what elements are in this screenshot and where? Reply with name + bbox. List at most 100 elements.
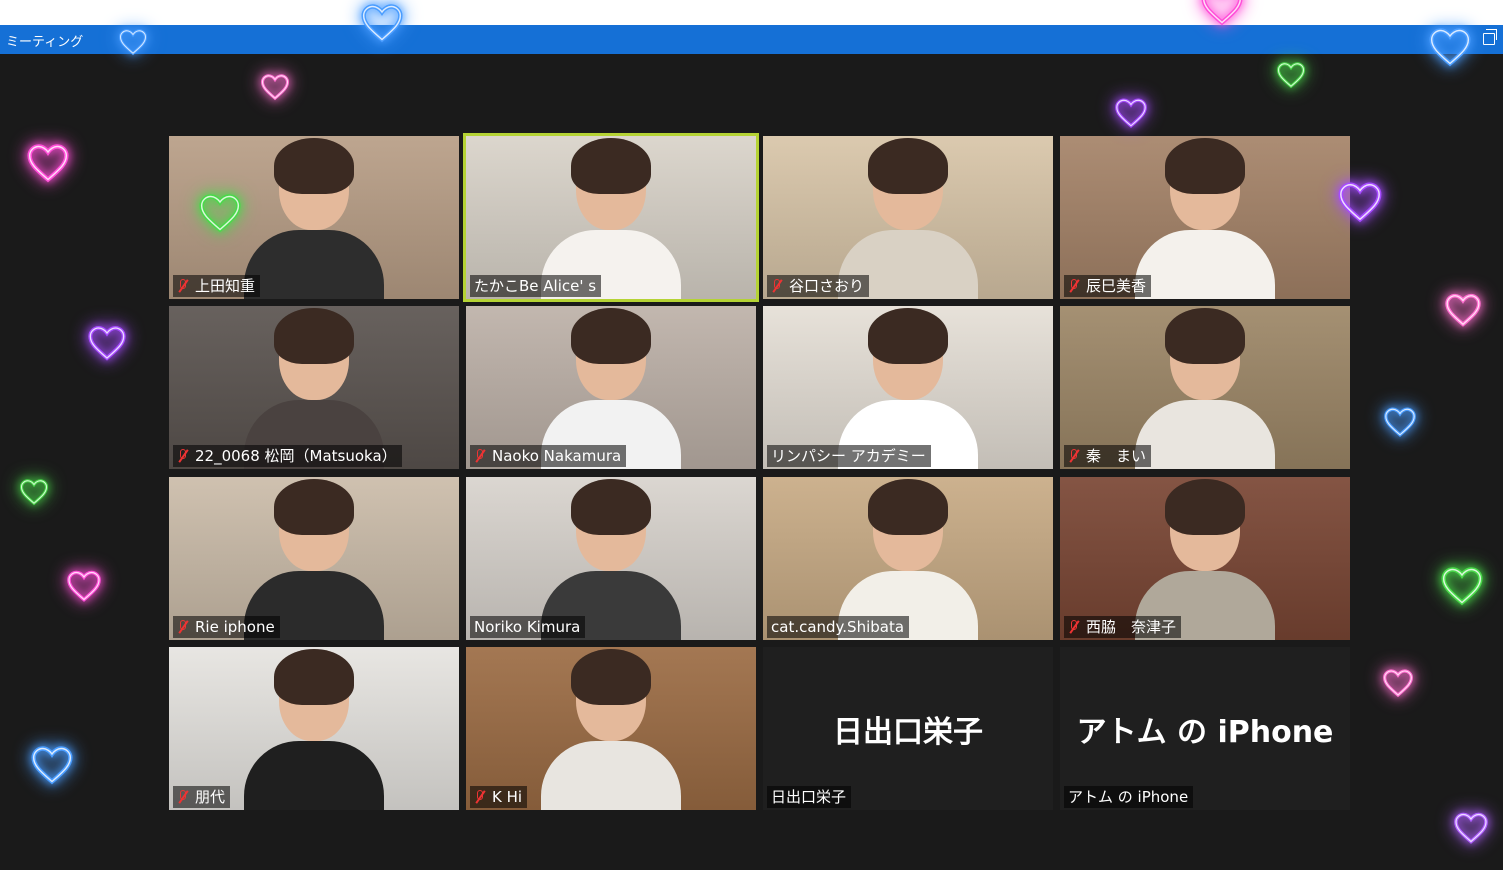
participant-tile[interactable]: 22_0068 松岡（Matsuoka）: [169, 306, 459, 469]
heart-icon: [1429, 28, 1471, 67]
heart-icon: [1445, 293, 1481, 327]
muted-mic-icon: [1068, 619, 1080, 635]
heart-icon: [199, 194, 241, 233]
participant-name: K Hi: [492, 788, 523, 806]
person-hair: [868, 138, 948, 194]
participant-tile[interactable]: アトム の iPhone アトム の iPhone: [1060, 647, 1350, 810]
heart-icon: [1383, 669, 1413, 698]
participant-tile[interactable]: 西脇 奈津子: [1060, 477, 1350, 640]
muted-mic-icon: [474, 789, 486, 805]
participant-name: 22_0068 松岡（Matsuoka）: [195, 447, 397, 465]
participant-silhouette: [244, 138, 384, 299]
participant-tile[interactable]: 辰巳美香: [1060, 136, 1350, 299]
participant-name-label: アトム の iPhone: [1064, 786, 1194, 808]
person-hair: [1165, 479, 1245, 535]
person-body: [541, 741, 681, 810]
person-body: [244, 741, 384, 810]
participant-name-label: Naoko Nakamura: [470, 445, 627, 467]
muted-mic-icon: [177, 278, 189, 294]
person-hair: [571, 649, 651, 705]
participant-name-label: 上田知重: [173, 275, 261, 297]
participant-name: cat.candy.Shibata: [771, 618, 905, 636]
person-hair: [274, 308, 354, 364]
participant-tile[interactable]: Noriko Kimura: [466, 477, 756, 640]
participant-name: Naoko Nakamura: [492, 447, 622, 465]
heart-icon: [1115, 98, 1147, 128]
participant-name-label: たかこBe Alice' s: [470, 275, 602, 297]
participant-tile[interactable]: 朋代: [169, 647, 459, 810]
heart-icon: [1338, 182, 1382, 223]
participant-name-label: K Hi: [470, 786, 528, 808]
person-hair: [571, 479, 651, 535]
participant-tile[interactable]: 谷口さおり: [763, 136, 1053, 299]
person-hair: [1165, 138, 1245, 194]
participant-name-label: Rie iphone: [173, 616, 280, 638]
participant-silhouette: [541, 649, 681, 810]
person-hair: [868, 479, 948, 535]
participant-name: Rie iphone: [195, 618, 275, 636]
person-hair: [868, 308, 948, 364]
participant-name: Noriko Kimura: [474, 618, 581, 636]
participant-tile[interactable]: Rie iphone: [169, 477, 459, 640]
heart-icon: [361, 4, 403, 43]
participant-tile[interactable]: 秦 まい: [1060, 306, 1350, 469]
person-hair: [571, 308, 651, 364]
person-hair: [1165, 308, 1245, 364]
heart-icon: [88, 325, 126, 361]
person-body: [244, 230, 384, 299]
heart-icon: [27, 144, 69, 183]
participant-tile[interactable]: 日出口栄子 日出口栄子: [763, 647, 1053, 810]
participant-name-label: 辰巳美香: [1064, 275, 1152, 297]
muted-mic-icon: [771, 278, 783, 294]
muted-mic-icon: [1068, 448, 1080, 464]
muted-mic-icon: [474, 448, 486, 464]
participant-name: 日出口栄子: [771, 788, 847, 806]
participant-name-label: 秦 まい: [1064, 445, 1152, 467]
participant-name-label: 朋代: [173, 786, 231, 808]
heart-icon: [19, 479, 49, 506]
heart-icon: [1384, 407, 1416, 437]
participant-tile[interactable]: cat.candy.Shibata: [763, 477, 1053, 640]
participant-name-label: 日出口栄子: [767, 786, 852, 808]
person-body: [1135, 400, 1275, 469]
participant-tile[interactable]: Naoko Nakamura: [466, 306, 756, 469]
muted-mic-icon: [177, 448, 189, 464]
participant-name-label: 22_0068 松岡（Matsuoka）: [173, 445, 402, 467]
participant-name: たかこBe Alice' s: [474, 277, 597, 295]
heart-icon: [118, 29, 148, 56]
participant-name: 朋代: [195, 788, 226, 806]
heart-icon: [1441, 567, 1483, 606]
participant-name: 上田知重: [195, 277, 256, 295]
person-hair: [274, 649, 354, 705]
heart-icon: [1201, 0, 1243, 26]
person-body: [1135, 230, 1275, 299]
participant-tile[interactable]: K Hi: [466, 647, 756, 810]
heart-icon: [260, 74, 290, 101]
participant-name: 秦 まい: [1086, 447, 1147, 465]
participant-tile[interactable]: リンパシー アカデミー: [763, 306, 1053, 469]
muted-mic-icon: [1068, 278, 1080, 294]
participant-tile[interactable]: たかこBe Alice' s: [463, 133, 759, 302]
heart-icon: [1276, 62, 1306, 89]
participant-silhouette: [1135, 308, 1275, 469]
muted-mic-icon: [177, 619, 189, 635]
muted-mic-icon: [177, 789, 189, 805]
participant-name-label: cat.candy.Shibata: [767, 616, 910, 638]
participant-silhouette: [244, 649, 384, 810]
participant-name-label: リンパシー アカデミー: [767, 445, 931, 467]
heart-icon: [67, 570, 101, 602]
participant-name-label: 西脇 奈津子: [1064, 616, 1182, 638]
heart-icon: [1454, 812, 1488, 844]
video-grid: 上田知重 たかこBe Alice' s 谷口さおり 辰巳美香 22_0068 松岡（Ma…: [0, 0, 1503, 870]
participant-silhouette: [1135, 138, 1275, 299]
participant-name: アトム の iPhone: [1068, 788, 1189, 806]
participant-name: 辰巳美香: [1086, 277, 1147, 295]
participant-name: 谷口さおり: [789, 277, 865, 295]
person-hair: [274, 138, 354, 194]
participant-name-label: 谷口さおり: [767, 275, 870, 297]
participant-name: リンパシー アカデミー: [771, 447, 926, 465]
person-hair: [274, 479, 354, 535]
person-hair: [571, 138, 651, 194]
participant-name: 西脇 奈津子: [1086, 618, 1177, 636]
participant-name-label: Noriko Kimura: [470, 616, 586, 638]
